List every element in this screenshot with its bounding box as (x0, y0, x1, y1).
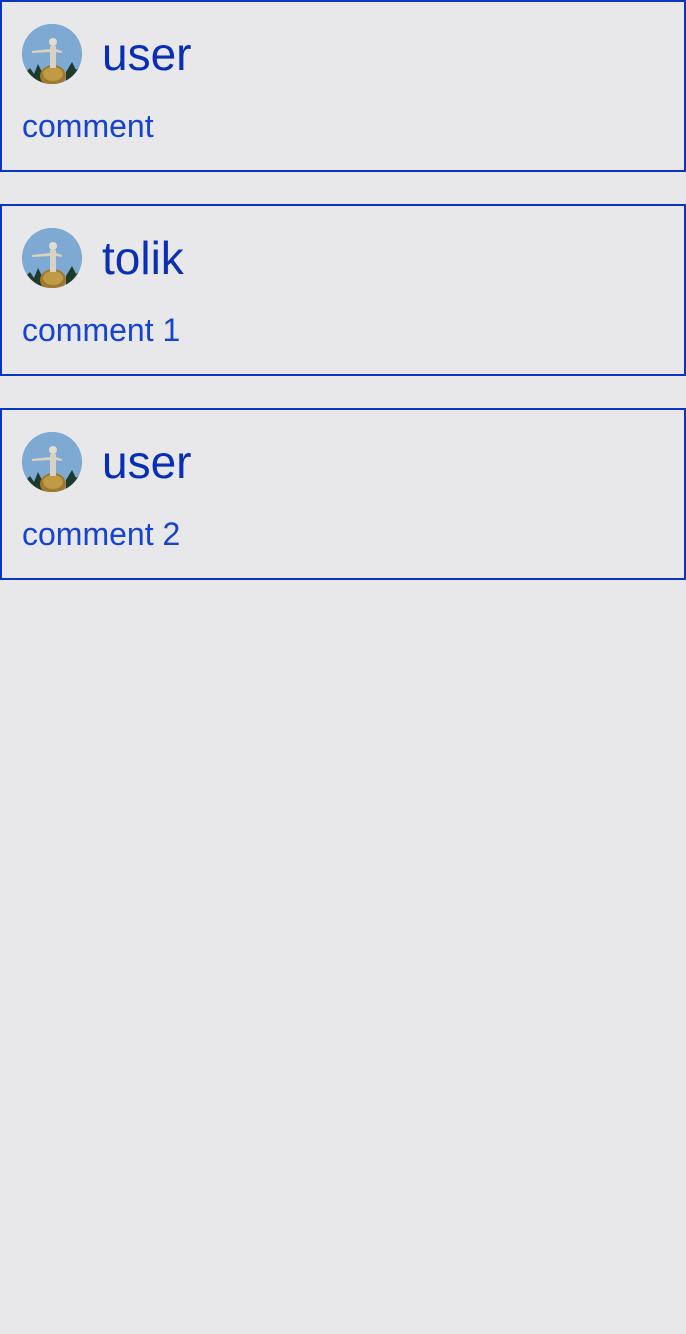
comment-card[interactable]: user comment 2 (0, 408, 686, 580)
comment-username[interactable]: tolik (102, 230, 184, 286)
comment-list: user comment tolik comment 1 user commen… (0, 0, 686, 612)
avatar-photo-icon (22, 432, 82, 492)
comment-card[interactable]: user comment (0, 0, 686, 172)
avatar[interactable] (22, 228, 82, 288)
avatar-photo-icon (22, 228, 82, 288)
avatar-photo-icon (22, 24, 82, 84)
comment-text: comment 2 (22, 516, 181, 552)
comment-text: comment (22, 108, 154, 144)
comment-username[interactable]: user (102, 434, 191, 490)
comment-text: comment 1 (22, 312, 181, 348)
comment-card[interactable]: tolik comment 1 (0, 204, 686, 376)
comment-username[interactable]: user (102, 26, 191, 82)
avatar[interactable] (22, 24, 82, 84)
avatar[interactable] (22, 432, 82, 492)
